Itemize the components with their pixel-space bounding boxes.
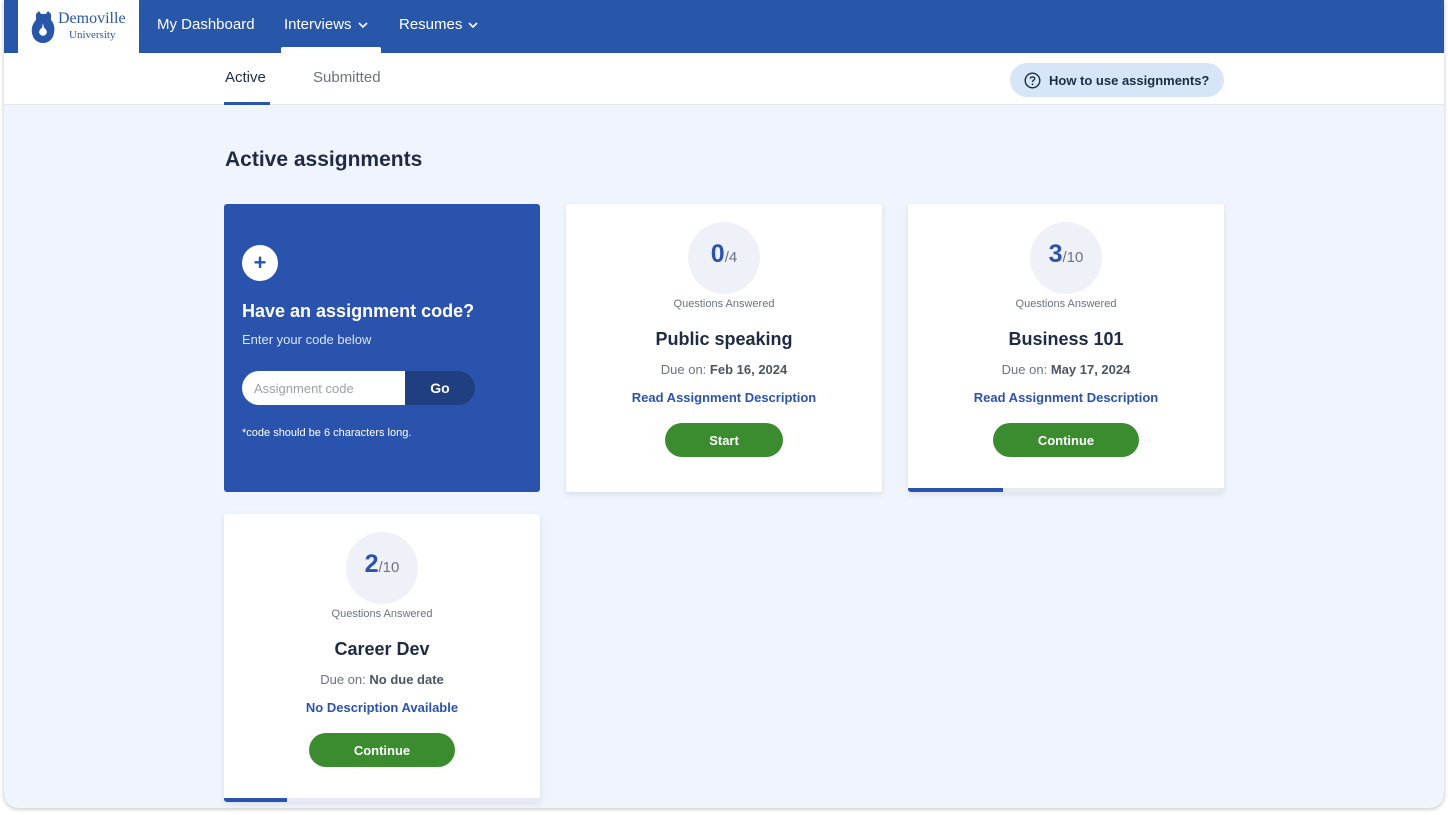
help-label: How to use assignments? <box>1049 72 1210 88</box>
due-prefix: Due on: <box>320 672 366 687</box>
chevron-down-icon <box>357 21 368 28</box>
progress-bar <box>224 798 540 802</box>
start-button[interactable]: Start <box>665 423 783 457</box>
page-title: Active assignments <box>225 148 423 171</box>
nav-my-dashboard[interactable]: My Dashboard <box>157 16 255 33</box>
questions-answered-label: Questions Answered <box>673 298 775 310</box>
progress-bar <box>908 488 1224 492</box>
score-circle: 2 /10 <box>346 532 418 604</box>
nav-label: Resumes <box>399 16 463 33</box>
tab-submitted[interactable]: Submitted <box>313 69 381 86</box>
read-description-link[interactable]: Read Assignment Description <box>908 390 1224 405</box>
go-button[interactable]: Go <box>405 371 475 405</box>
assignment-title: Business 101 <box>1008 329 1124 349</box>
university-logo[interactable]: Demoville University <box>18 0 139 53</box>
assignment-title: Career Dev <box>334 639 430 659</box>
assignment-card: 2 /10 Questions Answered Career Dev Due … <box>224 514 540 802</box>
due-date: Due on: May 17, 2024 <box>908 362 1224 377</box>
code-hint: *code should be 6 characters long. <box>242 427 412 439</box>
assignment-card: 0 /4 Questions Answered Public speaking … <box>566 204 882 492</box>
brand-subtitle: University <box>69 29 116 41</box>
due-prefix: Due on: <box>660 362 707 377</box>
score-circle: 3 /10 <box>1030 222 1102 294</box>
assignment-code-card: + Have an assignment code? Enter your co… <box>224 204 540 492</box>
brand-name: Demoville <box>58 10 126 27</box>
assignment-card: 3 /10 Questions Answered Business 101 Du… <box>908 204 1224 492</box>
due-value: May 17, 2024 <box>1050 362 1131 377</box>
read-description-link[interactable]: Read Assignment Description <box>566 390 882 405</box>
bear-logo-icon <box>31 11 55 43</box>
progress-fill <box>908 488 1003 492</box>
assignment-title: Public speaking <box>655 329 793 349</box>
top-nav: Demoville University My Dashboard Interv… <box>4 0 1444 53</box>
nav-resumes[interactable]: Resumes <box>399 16 478 33</box>
due-date: Due on: Feb 16, 2024 <box>566 362 882 377</box>
how-to-use-button[interactable]: How to use assignments? <box>1010 63 1224 97</box>
score-circle: 0 /4 <box>688 222 760 294</box>
due-value: Feb 16, 2024 <box>709 362 788 377</box>
progress-fill <box>224 798 288 802</box>
questions-answered-label: Questions Answered <box>331 608 433 620</box>
due-date: Due on: No due date <box>224 672 540 687</box>
nav-label: My Dashboard <box>157 16 255 33</box>
continue-button[interactable]: Continue <box>309 733 455 767</box>
code-card-subtitle: Enter your code below <box>242 332 372 347</box>
due-prefix: Due on: <box>1001 362 1048 377</box>
nav-interviews[interactable]: Interviews <box>284 16 368 33</box>
nav-label: Interviews <box>284 16 352 33</box>
tab-active-underline <box>224 102 270 105</box>
question-circle-icon <box>1024 71 1041 89</box>
due-value: No due date <box>369 672 444 687</box>
continue-button[interactable]: Continue <box>993 423 1139 457</box>
total-count: /10 <box>1062 249 1084 266</box>
questions-answered-label: Questions Answered <box>1015 298 1117 310</box>
answered-count: 3 <box>1048 240 1063 268</box>
answered-count: 0 <box>710 240 725 268</box>
plus-icon[interactable]: + <box>242 245 278 281</box>
app-window: Demoville University My Dashboard Interv… <box>4 0 1444 808</box>
chevron-down-icon <box>468 21 478 28</box>
tabs-bar: Active Submitted <box>4 53 1444 105</box>
code-card-title: Have an assignment code? <box>242 301 475 321</box>
total-count: /10 <box>378 559 400 576</box>
answered-count: 2 <box>364 550 379 578</box>
tab-active[interactable]: Active <box>225 69 266 86</box>
total-count: /4 <box>724 249 738 266</box>
assignment-code-input[interactable] <box>242 371 406 405</box>
no-description-link[interactable]: No Description Available <box>224 700 540 715</box>
